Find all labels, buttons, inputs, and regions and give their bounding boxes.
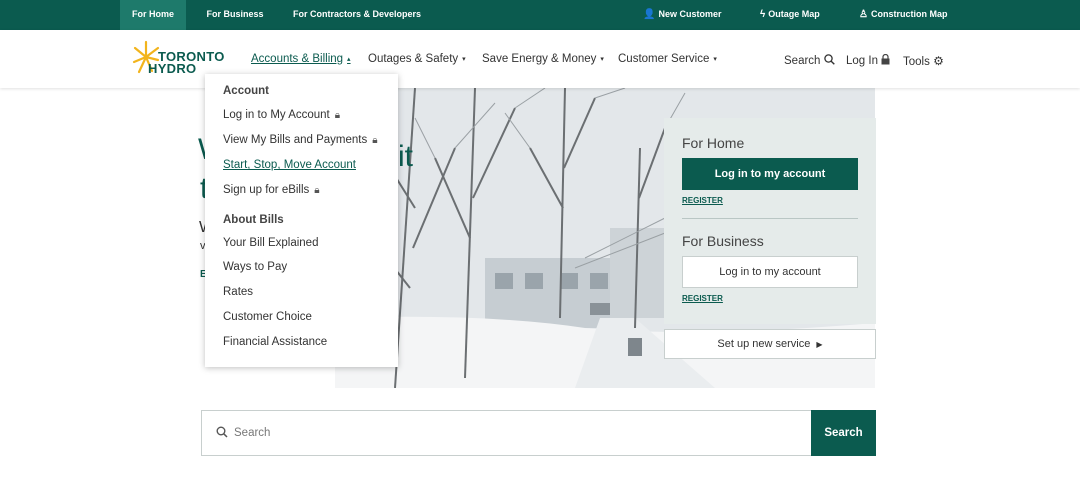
tab-for-home[interactable]: For Home [120, 0, 186, 30]
top-utility-bar: For Home For Business For Contractors & … [0, 0, 1080, 30]
nav-outages-safety[interactable]: Outages & Safety ▾ [368, 53, 466, 65]
dropdown-link-label: Start, Stop, Move Account [223, 159, 356, 171]
nav-outages-safety-label: Outages & Safety [368, 53, 459, 65]
lock-icon [881, 53, 890, 65]
dropdown-link-customer-choice[interactable]: Customer Choice [223, 311, 312, 323]
accounts-billing-dropdown: Account Log in to My Account 🔒︎ View My B… [205, 74, 398, 367]
panel-divider [682, 218, 858, 219]
chevron-right-icon: ▶ [816, 340, 823, 349]
lightning-icon: ϟ [760, 9, 766, 20]
lock-icon: 🔒︎ [334, 110, 341, 121]
dropdown-link-bill-explained[interactable]: Your Bill Explained [223, 237, 318, 249]
nav-save-energy[interactable]: Save Energy & Money ▾ [482, 53, 604, 65]
search-icon [823, 54, 835, 65]
dropdown-heading-about-bills: About Bills [223, 214, 284, 226]
hero-heading-fragment: it [398, 140, 413, 173]
dropdown-link-view-bills[interactable]: View My Bills and Payments 🔒︎ [223, 134, 378, 146]
caret-down-icon: ▾ [462, 56, 466, 63]
dropdown-link-label: Log in to My Account [223, 109, 330, 121]
site-search-box [201, 410, 876, 456]
search-icon [216, 426, 228, 438]
nav-accounts-billing-label: Accounts & Billing [251, 53, 344, 65]
nav-save-energy-label: Save Energy & Money [482, 53, 597, 65]
panel-title-for-home: For Home [682, 135, 745, 151]
dropdown-link-label: Sign up for eBills [223, 184, 310, 196]
add-user-icon: 👤 [643, 9, 656, 20]
new-customer-link[interactable]: 👤 New Customer [643, 0, 721, 30]
nav-customer-service[interactable]: Customer Service ▾ [618, 53, 717, 65]
lock-icon: 🔒︎ [372, 135, 378, 146]
header-tools-link[interactable]: Tools ⚙ [903, 54, 944, 68]
search-submit-button[interactable]: Search [811, 410, 876, 456]
logo-text-hydro: HYDRO [148, 61, 197, 76]
dropdown-link-login-account[interactable]: Log in to My Account 🔒︎ [223, 109, 340, 121]
home-login-button[interactable]: Log in to my account [682, 158, 858, 190]
dropdown-link-label: View My Bills and Payments [223, 134, 368, 146]
home-register-link[interactable]: REGISTER [682, 196, 723, 205]
business-register-link[interactable]: REGISTER [682, 294, 723, 303]
dropdown-link-ebills[interactable]: Sign up for eBills 🔒︎ [223, 184, 320, 196]
dropdown-heading-account: Account [223, 85, 269, 97]
new-customer-label: New Customer [658, 9, 722, 19]
dropdown-link-ways-to-pay[interactable]: Ways to Pay [223, 261, 287, 273]
lock-icon: 🔒︎ [314, 185, 320, 196]
tab-for-contractors[interactable]: For Contractors & Developers [284, 0, 430, 30]
construction-worker-icon: ♙ [859, 9, 868, 20]
dropdown-link-financial-assistance[interactable]: Financial Assistance [223, 336, 327, 348]
caret-up-icon: ▴ [347, 56, 351, 63]
header-login-link[interactable]: Log In [846, 53, 890, 67]
construction-map-label: Construction Map [870, 9, 948, 19]
search-input[interactable] [234, 419, 804, 447]
business-login-button[interactable]: Log in to my account [682, 256, 858, 288]
dropdown-link-start-stop-move[interactable]: Start, Stop, Move Account [223, 159, 356, 171]
outage-map-link[interactable]: ϟ Outage Map [760, 0, 820, 30]
header-tools-label: Tools [903, 56, 930, 68]
setup-new-service-label: Set up new service [717, 338, 811, 350]
gear-icon: ⚙ [933, 54, 944, 68]
login-panel: For Home Log in to my account REGISTER F… [664, 118, 876, 324]
dropdown-link-rates[interactable]: Rates [223, 286, 253, 298]
toronto-hydro-logo[interactable]: TORONTO HYDRO [132, 40, 232, 76]
caret-down-icon: ▾ [713, 56, 717, 63]
header-search-label: Search [784, 55, 821, 67]
construction-map-link[interactable]: ♙ Construction Map [859, 0, 947, 30]
nav-customer-service-label: Customer Service [618, 53, 710, 65]
header-search-link[interactable]: Search [784, 54, 835, 67]
nav-accounts-billing[interactable]: Accounts & Billing ▴ [251, 53, 351, 65]
panel-title-for-business: For Business [682, 233, 764, 249]
header-login-label: Log In [846, 55, 878, 67]
outage-map-label: Outage Map [768, 9, 820, 19]
tab-for-business[interactable]: For Business [196, 0, 274, 30]
caret-down-icon: ▾ [600, 56, 604, 63]
setup-new-service-button[interactable]: Set up new service ▶ [664, 329, 876, 359]
